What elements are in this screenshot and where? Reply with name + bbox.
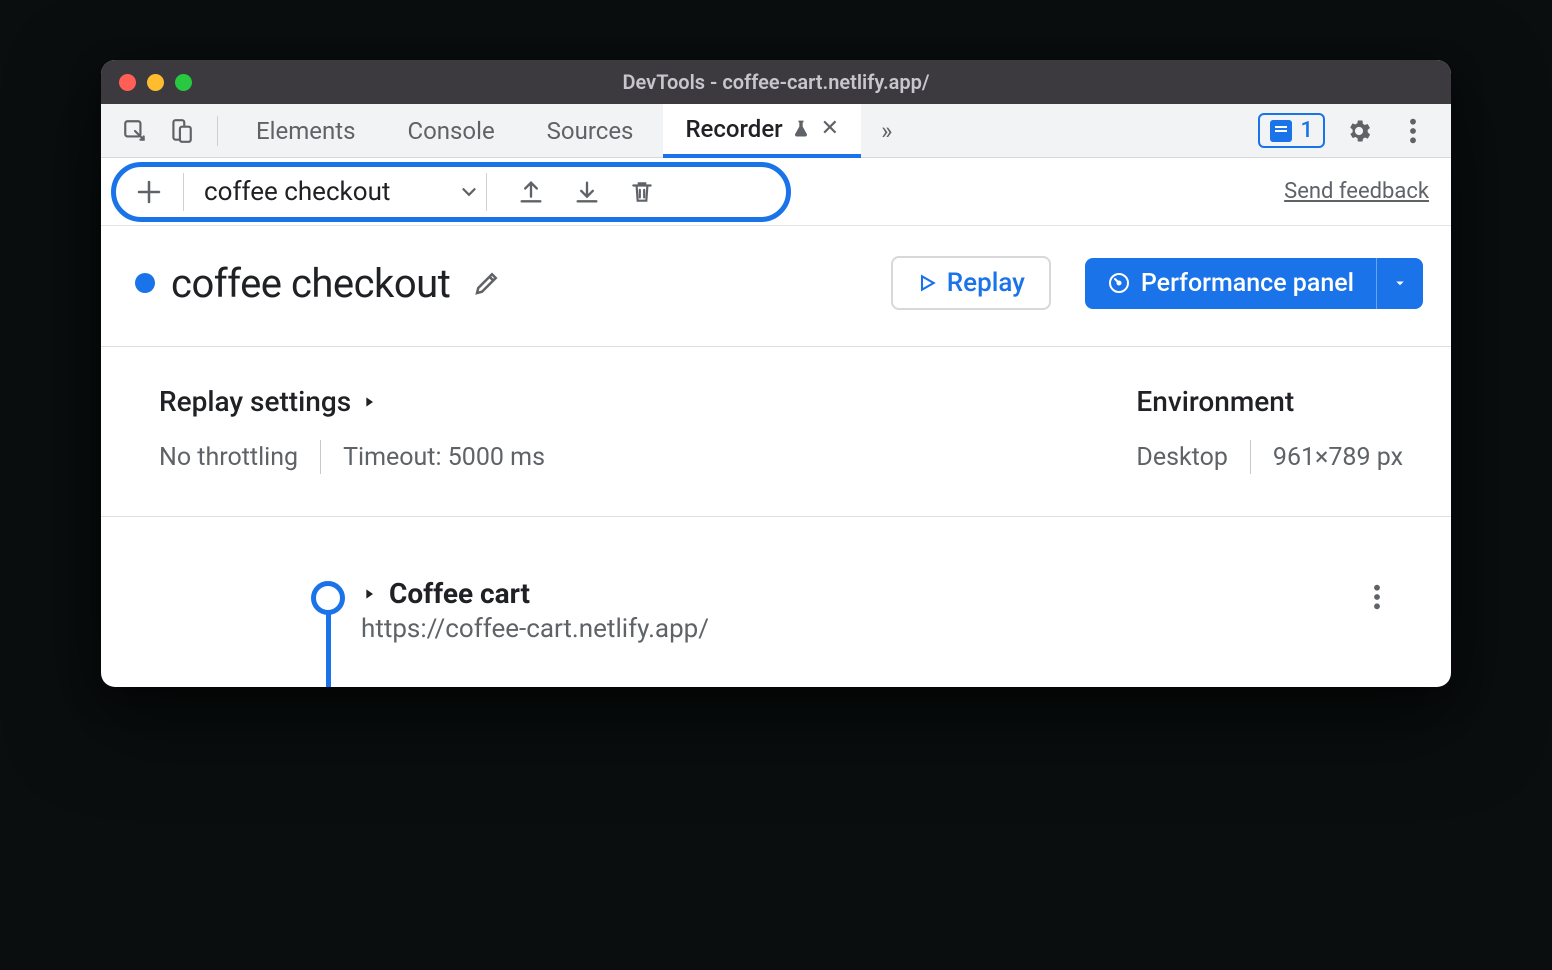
- step-row[interactable]: Coffee cart https://coffee-cart.netlify.…: [351, 577, 1411, 644]
- window-title: DevTools - coffee-cart.netlify.app/: [101, 70, 1451, 94]
- recording-status-dot: [135, 273, 155, 293]
- steps-list: Coffee cart https://coffee-cart.netlify.…: [101, 517, 1451, 687]
- tab-bar: Elements Console Sources Recorder ✕ » 1: [101, 104, 1451, 158]
- export-icon[interactable]: [517, 178, 545, 206]
- timeout-value: Timeout: 5000 ms: [343, 443, 545, 472]
- performance-label: Performance panel: [1141, 269, 1354, 298]
- environment-heading: Environment: [1136, 385, 1294, 418]
- titlebar: DevTools - coffee-cart.netlify.app/: [101, 60, 1451, 104]
- toolbar-right: 1: [1258, 111, 1443, 151]
- close-tab-icon[interactable]: ✕: [821, 116, 839, 141]
- environment-block: Environment Desktop 961×789 px: [1136, 385, 1403, 474]
- send-feedback-link[interactable]: Send feedback: [1284, 179, 1429, 204]
- recording-selector[interactable]: coffee checkout: [204, 177, 480, 207]
- performance-panel-button-group: Performance panel: [1085, 258, 1423, 309]
- recording-title: coffee checkout: [171, 260, 450, 307]
- issues-count: 1: [1300, 118, 1313, 143]
- tab-console[interactable]: Console: [385, 104, 516, 158]
- step-title: Coffee cart: [389, 577, 530, 610]
- issues-badge[interactable]: 1: [1258, 113, 1325, 148]
- devtools-window: DevTools - coffee-cart.netlify.app/ Elem…: [101, 60, 1451, 687]
- delete-icon[interactable]: [629, 178, 655, 206]
- performance-dropdown-button[interactable]: [1376, 258, 1423, 309]
- separator: [217, 116, 218, 146]
- expand-right-icon[interactable]: [361, 585, 377, 603]
- step-menu-icon[interactable]: [1373, 583, 1381, 611]
- chat-icon: [1270, 120, 1292, 142]
- selected-recording-label: coffee checkout: [204, 177, 390, 207]
- performance-panel-button[interactable]: Performance panel: [1085, 258, 1376, 309]
- traffic-lights: [119, 74, 192, 91]
- window-minimize-button[interactable]: [147, 74, 164, 91]
- tab-sources[interactable]: Sources: [525, 104, 656, 158]
- panel-tabs: Elements Console Sources Recorder ✕: [234, 104, 861, 158]
- step-node-icon: [311, 581, 345, 615]
- recording-header: coffee checkout Replay Performance panel: [101, 226, 1451, 347]
- throttling-value: No throttling: [159, 443, 298, 472]
- device-toolbar-icon[interactable]: [161, 111, 201, 151]
- replay-settings-heading: Replay settings: [159, 385, 351, 418]
- settings-row: Replay settings No throttling Timeout: 5…: [101, 347, 1451, 517]
- tab-elements[interactable]: Elements: [234, 104, 377, 158]
- separator: [183, 173, 184, 211]
- recording-actions: [517, 178, 655, 206]
- expand-right-icon: [361, 393, 377, 411]
- replay-label: Replay: [947, 268, 1025, 298]
- import-icon[interactable]: [573, 178, 601, 206]
- flask-icon: [791, 118, 811, 140]
- separator: [486, 173, 487, 211]
- window-close-button[interactable]: [119, 74, 136, 91]
- step-connector: [326, 611, 331, 687]
- inspect-icon[interactable]: [115, 111, 155, 151]
- edit-title-icon[interactable]: [472, 268, 502, 298]
- replay-settings-block[interactable]: Replay settings No throttling Timeout: 5…: [159, 385, 545, 474]
- chevron-down-icon: [458, 181, 480, 203]
- window-zoom-button[interactable]: [175, 74, 192, 91]
- separator: [1250, 440, 1251, 474]
- kebab-menu-icon[interactable]: [1393, 111, 1433, 151]
- device-value: Desktop: [1136, 443, 1227, 472]
- viewport-value: 961×789 px: [1273, 443, 1403, 472]
- settings-icon[interactable]: [1339, 111, 1379, 151]
- recorder-toolbar: coffee checkout Send feedback: [101, 158, 1451, 226]
- tab-recorder[interactable]: Recorder ✕: [663, 104, 861, 158]
- new-recording-button[interactable]: [131, 174, 167, 210]
- step-url: https://coffee-cart.netlify.app/: [361, 614, 709, 644]
- replay-button[interactable]: Replay: [891, 256, 1051, 310]
- more-tabs-icon[interactable]: »: [867, 117, 906, 145]
- separator: [320, 440, 321, 474]
